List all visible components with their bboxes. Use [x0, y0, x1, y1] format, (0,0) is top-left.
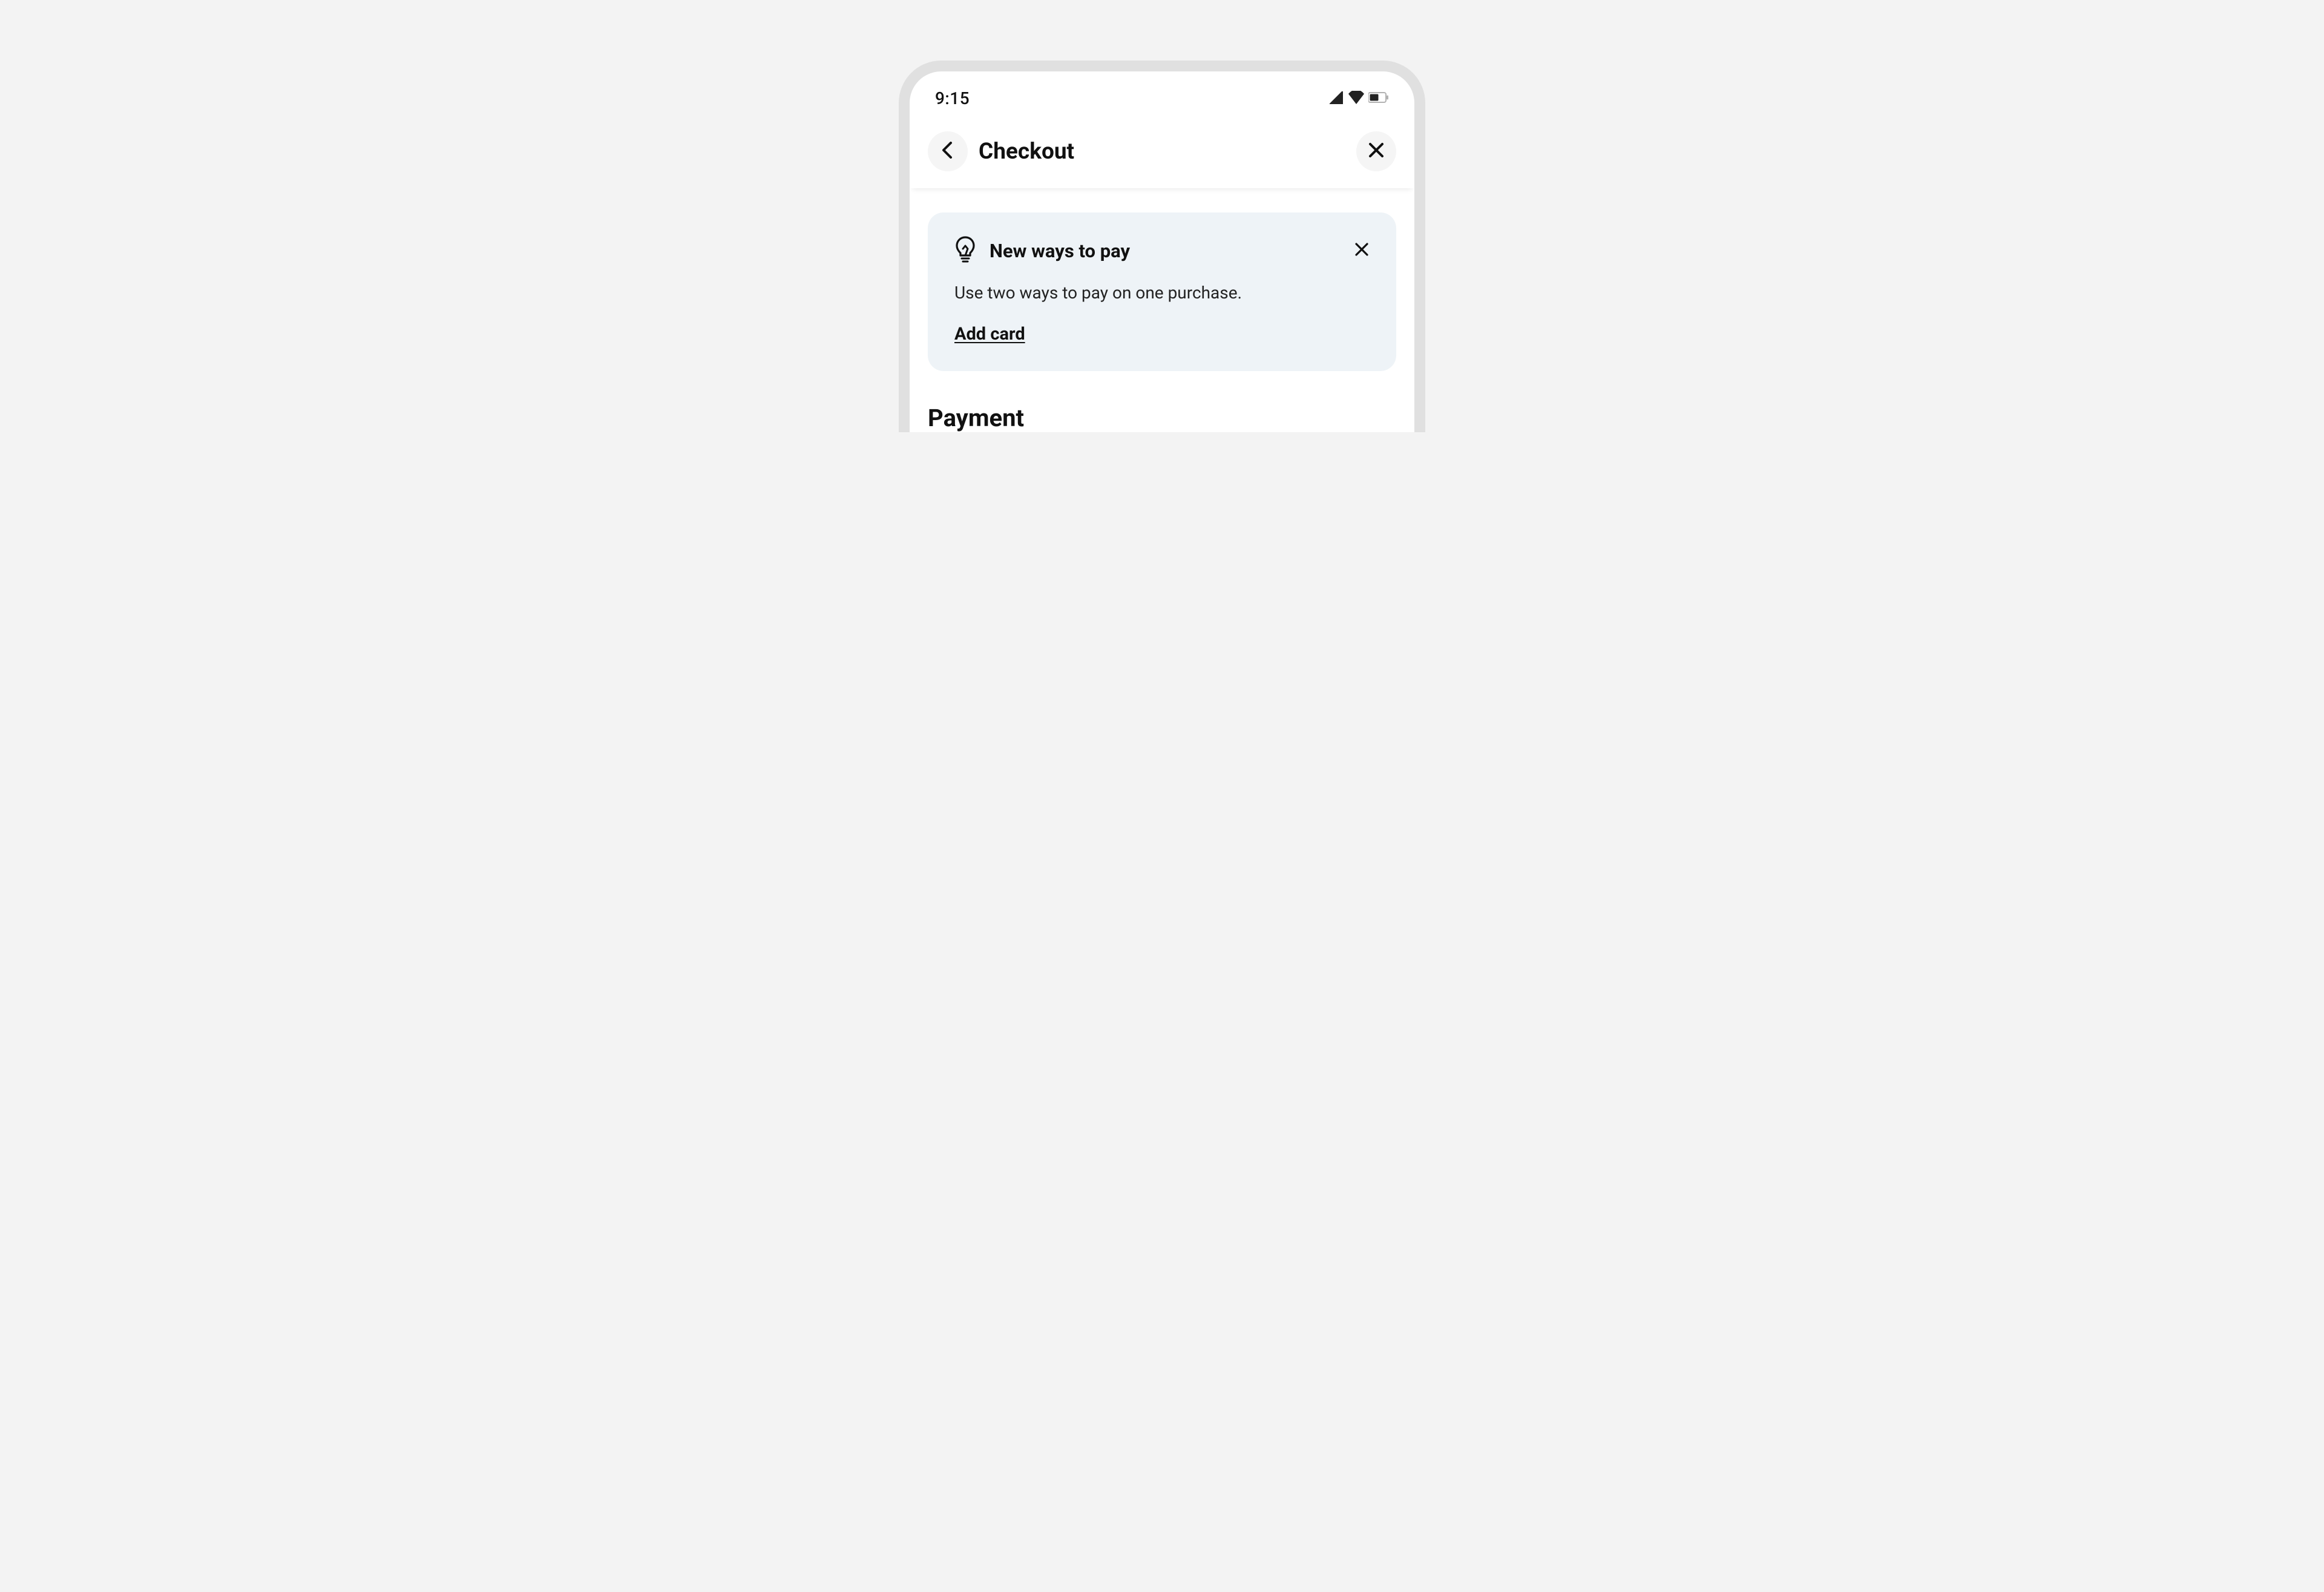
back-button[interactable] — [928, 131, 968, 171]
content-area: New ways to pay Use two ways to pay on o… — [910, 188, 1414, 432]
close-icon — [1354, 242, 1369, 259]
info-card-title: New ways to pay — [990, 240, 1338, 262]
status-bar: 9:15 — [910, 71, 1414, 114]
lightbulb-icon — [954, 235, 976, 266]
app-bar: Checkout — [910, 114, 1414, 188]
add-card-link[interactable]: Add card — [954, 324, 1025, 344]
battery-icon — [1368, 92, 1389, 105]
wifi-icon — [1348, 91, 1365, 107]
info-card-header: New ways to pay — [954, 235, 1372, 266]
section-title-payment: Payment — [928, 404, 1396, 432]
chevron-left-icon — [940, 142, 955, 161]
status-time: 9:15 — [935, 88, 970, 108]
device-frame: 9:15 Checkout — [899, 61, 1425, 432]
info-card: New ways to pay Use two ways to pay on o… — [928, 212, 1396, 371]
cellular-signal-icon — [1328, 91, 1344, 107]
info-card-dismiss-button[interactable] — [1351, 240, 1372, 261]
close-button[interactable] — [1356, 131, 1396, 171]
close-icon — [1368, 142, 1384, 160]
info-card-body: Use two ways to pay on one purchase. — [954, 281, 1372, 304]
status-icons — [1328, 91, 1389, 107]
page-title: Checkout — [979, 139, 1345, 165]
